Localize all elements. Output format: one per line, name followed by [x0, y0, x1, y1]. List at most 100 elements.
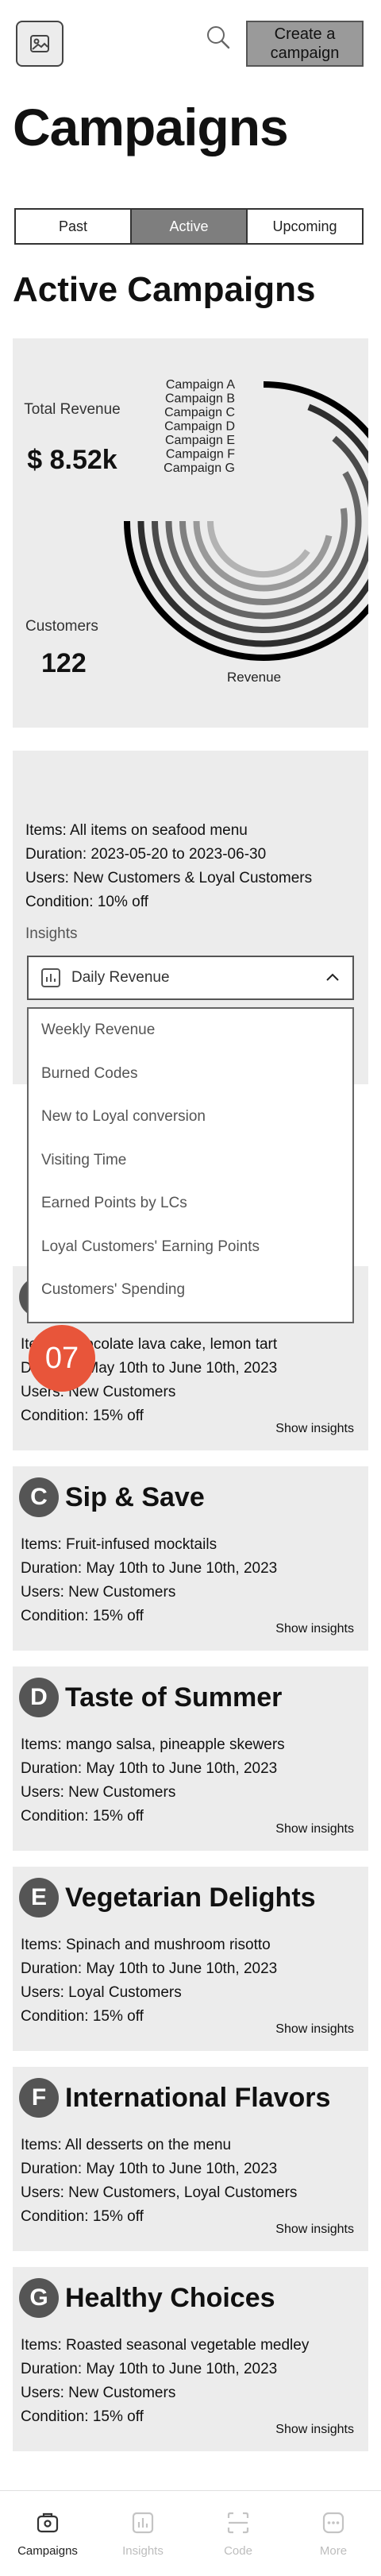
campaign-items: Items: mango salsa, pineapple skewers — [21, 1736, 285, 1753]
image-button[interactable] — [16, 21, 64, 67]
campaign-users: Users: New Customers — [21, 1784, 176, 1801]
chart-axis-label: Revenue — [227, 670, 281, 685]
summary-card: Total Revenue $ 8.52k Customers 122 Camp… — [13, 338, 368, 728]
campaign-users: Users: Loyal Customers — [21, 1984, 182, 2001]
insights-icon — [132, 2512, 154, 2534]
nav-code[interactable]: Code — [190, 2491, 286, 2576]
campaign-items: Items: All desserts on the menu — [21, 2137, 232, 2153]
campaign-items: Items: Spinach and mushroom risotto — [21, 1937, 271, 1953]
radial-label: Campaign B — [165, 392, 235, 406]
campaign-name: Healthy Choices — [65, 2282, 275, 2313]
image-icon — [30, 35, 49, 52]
dropdown-option[interactable]: Visiting Time — [29, 1139, 352, 1183]
campaign-period-tabs: Past Active Upcoming — [14, 208, 364, 245]
show-insights-link[interactable]: Show insights — [275, 2423, 354, 2437]
campaign-heading: E Vegetarian Delights — [19, 1878, 316, 1918]
campaign-condition: Condition: 10% off — [25, 894, 148, 910]
campaign-duration: Duration: May 10th to June 10th, 2023 — [21, 2361, 278, 2377]
bottom-navigation: Campaigns Insights Code More — [0, 2490, 381, 2576]
campaign-card: E Vegetarian Delights Items: Spinach and… — [13, 1867, 368, 2051]
campaign-card: F International Flavors Items: All desse… — [13, 2067, 368, 2251]
radial-label: Campaign G — [164, 462, 235, 475]
show-insights-link[interactable]: Show insights — [275, 2022, 354, 2037]
create-campaign-button[interactable]: Create a campaign — [246, 21, 364, 67]
revenue-radial-chart: Campaign ACampaign BCampaign CCampaign D… — [124, 378, 368, 685]
campaign-details: Items: mango salsa, pineapple skewers Du… — [21, 1733, 285, 1829]
customers-label: Customers — [25, 618, 98, 635]
radial-bar-campaign-g — [207, 520, 310, 577]
bar-chart-icon — [41, 968, 60, 987]
campaign-badge: C — [19, 1477, 59, 1517]
show-insights-link[interactable]: Show insights — [275, 1822, 354, 1836]
tab-upcoming[interactable]: Upcoming — [248, 210, 362, 243]
nav-campaigns[interactable]: Campaigns — [0, 2491, 95, 2576]
campaign-details: Items: Spinach and mushroom risotto Dura… — [21, 1933, 277, 2029]
campaign-badge: D — [19, 1678, 59, 1717]
dropdown-option[interactable]: Earned Points by LCs — [29, 1182, 352, 1226]
chevron-up-icon — [326, 973, 339, 981]
campaign-heading: C Sip & Save — [19, 1477, 205, 1517]
campaign-duration: Duration: May 10th to June 10th, 2023 — [21, 1760, 278, 1777]
campaign-heading: F International Flavors — [19, 2078, 330, 2118]
campaign-card: D Taste of Summer Items: mango salsa, pi… — [13, 1666, 368, 1851]
campaign-duration: Duration: 2023-05-20 to 2023-06-30 — [25, 846, 267, 863]
dropdown-option[interactable]: New to Loyal conversion — [29, 1095, 352, 1139]
nav-label: More — [319, 2544, 348, 2558]
campaign-card: G Healthy Choices Items: Roasted seasona… — [13, 2267, 368, 2451]
campaign-heading: G Healthy Choices — [19, 2278, 275, 2318]
campaign-badge: E — [19, 1878, 59, 1918]
show-insights-link[interactable]: Show insights — [275, 1622, 354, 1636]
nav-label: Insights — [122, 2544, 164, 2558]
dropdown-option[interactable]: Weekly Revenue — [29, 1009, 352, 1052]
campaign-condition: Condition: 15% off — [21, 2408, 144, 2425]
search-icon[interactable] — [205, 24, 232, 51]
campaign-condition: Condition: 15% off — [21, 1808, 144, 1825]
campaign-condition: Condition: 15% off — [21, 2008, 144, 2025]
radial-bar-campaign-f — [193, 520, 333, 592]
campaign-users: Users: New Customers — [21, 1584, 176, 1601]
campaign-duration: Duration: May 10th to June 10th, 2023 — [21, 1560, 278, 1577]
campaign-heading: D Taste of Summer — [19, 1678, 282, 1717]
radial-label: Campaign C — [164, 406, 235, 419]
campaign-condition: Condition: 15% off — [21, 1408, 144, 1424]
total-revenue-label: Total Revenue — [24, 401, 121, 418]
tab-active[interactable]: Active — [132, 210, 248, 243]
nav-more[interactable]: More — [286, 2491, 381, 2576]
more-icon — [322, 2512, 344, 2534]
tab-past[interactable]: Past — [16, 210, 132, 243]
section-title: Active Campaigns — [13, 270, 316, 309]
dropdown-option[interactable]: Loyal Customers' Earning Points — [29, 1226, 352, 1269]
insights-label: Insights — [25, 925, 78, 942]
total-revenue-value: $ 8.52k — [27, 445, 117, 475]
campaign-card: C Sip & Save Items: Fruit-infused mockta… — [13, 1466, 368, 1651]
dropdown-option[interactable]: Customers' Spending — [29, 1269, 352, 1312]
campaign-details: Items: All items on seafood menu Duratio… — [25, 819, 312, 914]
campaign-name: Taste of Summer — [65, 1682, 283, 1713]
insight-dropdown-menu: Weekly Revenue Burned Codes New to Loyal… — [27, 1007, 354, 1323]
nav-insights[interactable]: Insights — [95, 2491, 190, 2576]
campaign-icon — [37, 2512, 59, 2533]
show-insights-link[interactable]: Show insights — [275, 1422, 354, 1436]
campaign-users: Users: New Customers, Loyal Customers — [21, 2184, 298, 2201]
campaign-condition: Condition: 15% off — [21, 1608, 144, 1624]
campaign-details: Items: Roasted seasonal vegetable medley… — [21, 2334, 309, 2429]
customers-value: 122 — [41, 648, 87, 678]
selected-insight: Daily Revenue — [71, 969, 170, 986]
page-title: Campaigns — [13, 98, 289, 156]
radial-label: Campaign F — [166, 448, 235, 462]
campaign-users: Users: New Customers & Loyal Customers — [25, 870, 313, 886]
campaign-duration: Duration: May 10th to June 10th, 2023 — [21, 2161, 278, 2177]
dropdown-option[interactable]: Burned Codes — [29, 1052, 352, 1096]
campaign-badge: F — [19, 2078, 59, 2118]
insight-select[interactable]: Daily Revenue — [27, 956, 354, 1000]
radial-label: Campaign A — [166, 378, 235, 392]
step-marker: 07 — [29, 1325, 95, 1392]
campaign-condition: Condition: 15% off — [21, 2208, 144, 2225]
show-insights-link[interactable]: Show insights — [275, 2223, 354, 2237]
nav-label: Campaigns — [17, 2544, 78, 2558]
campaign-users: Users: New Customers — [21, 2385, 176, 2401]
radial-label: Campaign E — [165, 434, 235, 447]
campaign-details: Items: All desserts on the menu Duration… — [21, 2134, 297, 2229]
campaign-items: Items: Fruit-infused mocktails — [21, 1536, 217, 1553]
campaign-items: Items: All items on seafood menu — [25, 822, 248, 839]
